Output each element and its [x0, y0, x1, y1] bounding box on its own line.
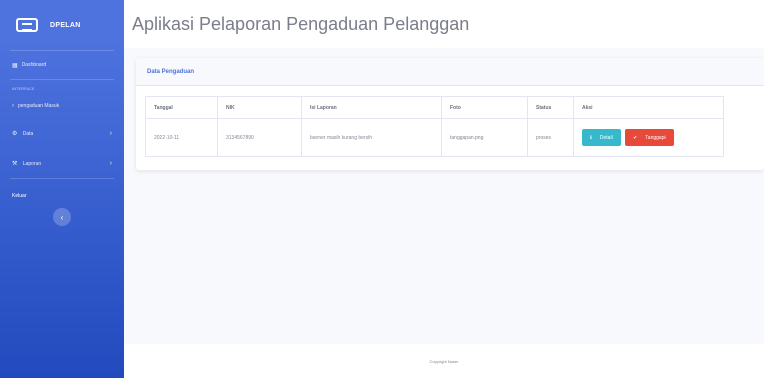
- brand-text: DPELAN: [50, 21, 81, 29]
- sidebar-item-pengaduan-masuk[interactable]: › pengaduan Masuk: [0, 94, 124, 118]
- column-header[interactable]: Isi Laporan: [301, 96, 442, 119]
- detail-button-label: Detail: [599, 134, 613, 141]
- footer-copyright: Copyright Naser: [429, 358, 459, 364]
- info-icon: ℹ: [590, 134, 592, 141]
- tanggapi-button[interactable]: ✔ Tanggapi: [625, 129, 674, 146]
- sidebar-item-data[interactable]: ⚙ Data ›: [0, 118, 124, 148]
- column-header[interactable]: Status: [527, 96, 574, 119]
- gear-icon: ⚙: [12, 130, 18, 137]
- sidebar-item-laporan[interactable]: ⚒ Laporan ›: [0, 148, 124, 178]
- sidebar-item-label: Laporan: [22, 160, 42, 167]
- wrench-icon: ⚒: [12, 160, 18, 167]
- sidebar-item-label: Data: [22, 130, 34, 137]
- brand-logo-icon: [16, 18, 38, 32]
- sidebar-item-label: Dashboard: [21, 62, 47, 68]
- card-title: Data Pengaduan: [147, 68, 195, 75]
- cell-tanggal: 2022-10-11: [145, 118, 218, 157]
- column-header[interactable]: Foto: [441, 96, 528, 119]
- column-header[interactable]: Aksi: [573, 96, 724, 119]
- dashboard-icon: ▦: [12, 62, 18, 69]
- tanggapi-button-label: Tanggapi: [645, 134, 666, 141]
- sidebar-item-label: pengaduan Masuk: [18, 103, 60, 109]
- chevron-right-icon: ›: [109, 129, 112, 137]
- chevron-right-icon: ›: [109, 159, 112, 167]
- sidebar-item-dashboard[interactable]: ▦ Dashboard: [0, 51, 124, 79]
- cell-nik: 3134567890: [217, 118, 302, 157]
- main-content: Aplikasi Pelaporan Pengaduan Pelanggan D…: [124, 0, 764, 378]
- topbar: Aplikasi Pelaporan Pengaduan Pelanggan: [124, 0, 764, 48]
- table-header-row: Tanggal NIK Isi Laporan Foto Status Aksi: [145, 96, 724, 119]
- sidebar-toggle-button[interactable]: ‹: [53, 208, 71, 226]
- chevron-left-icon: ‹: [60, 212, 64, 222]
- chevron-right-icon: ›: [12, 103, 14, 109]
- check-icon: ✔: [633, 134, 638, 141]
- complaints-card: Data Pengaduan Tanggal NIK Isi Laporan F…: [136, 58, 764, 170]
- footer: Copyright Naser: [124, 344, 764, 378]
- page-title: Aplikasi Pelaporan Pengaduan Pelanggan: [132, 13, 470, 34]
- cell-aksi: ℹ Detail ✔ Tanggapi: [573, 118, 724, 157]
- sidebar-brand[interactable]: DPELAN: [0, 0, 124, 50]
- sidebar: DPELAN ▦ Dashboard Interface › pengaduan…: [0, 0, 124, 378]
- cell-isi-laporan: banner masih kurang bersih: [301, 118, 442, 157]
- table-row: 2022-10-11 3134567890 banner masih kuran…: [145, 118, 724, 157]
- column-header[interactable]: Tanggal: [145, 96, 218, 119]
- detail-button[interactable]: ℹ Detail: [582, 129, 621, 146]
- sidebar-heading: Interface: [12, 86, 35, 91]
- complaints-table: Tanggal NIK Isi Laporan Foto Status Aksi…: [145, 96, 724, 157]
- card-header: Data Pengaduan: [136, 58, 764, 86]
- sidebar-item-logout[interactable]: Keluar: [0, 179, 124, 199]
- cell-foto: tanggapan.png: [441, 118, 528, 157]
- column-header[interactable]: NIK: [217, 96, 302, 119]
- cell-status: proses: [527, 118, 574, 157]
